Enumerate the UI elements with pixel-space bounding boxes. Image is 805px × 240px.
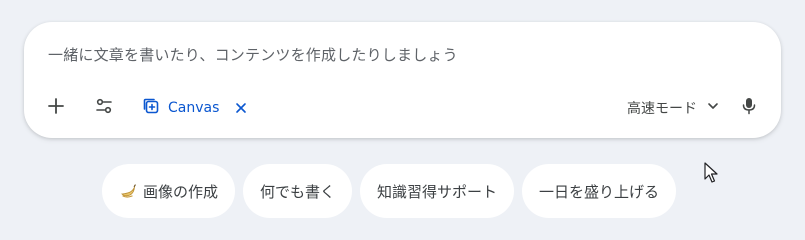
chevron-down-icon [707, 100, 719, 116]
suggestion-label: 画像の作成 [143, 182, 219, 201]
suggestion-chip-learning-support[interactable]: 知識習得サポート [360, 164, 515, 218]
banana-icon [119, 182, 137, 200]
mouse-pointer-icon [704, 162, 718, 184]
suggestion-chip-write-anything[interactable]: 何でも書く [243, 164, 353, 218]
mode-label: 高速モード [627, 101, 697, 117]
suggestion-label: 何でも書く [260, 182, 336, 201]
plus-icon [47, 97, 65, 119]
suggestion-chip-create-image[interactable]: 画像の作成 [102, 164, 236, 218]
tools-button[interactable] [88, 92, 120, 124]
suggestion-label: 知識習得サポート [377, 182, 498, 201]
add-button[interactable] [40, 92, 72, 124]
canvas-tool-chip[interactable]: Canvas [136, 92, 257, 124]
canvas-add-icon [142, 97, 160, 119]
close-icon[interactable] [231, 98, 251, 118]
suggestion-chips: 画像の作成 何でも書く 知識習得サポート 一日を盛り上げる [102, 164, 677, 218]
composer-toolbar: Canvas 高速モード [24, 92, 781, 124]
canvas-label: Canvas [168, 100, 220, 116]
prompt-composer[interactable]: 一緒に文章を書いたり、コンテンツを作成したりしましょう Canvas 高速モード [24, 22, 781, 138]
microphone-button[interactable] [733, 92, 765, 124]
prompt-placeholder[interactable]: 一緒に文章を書いたり、コンテンツを作成したりしましょう [48, 44, 458, 65]
suggestion-chip-boost-day[interactable]: 一日を盛り上げる [522, 164, 677, 218]
suggestion-label: 一日を盛り上げる [539, 182, 660, 201]
tune-icon [95, 97, 113, 119]
microphone-icon [741, 97, 757, 119]
gemini-page: 一緒に文章を書いたり、コンテンツを作成したりしましょう Canvas 高速モード… [0, 0, 805, 240]
mode-selector[interactable]: 高速モード [627, 92, 719, 124]
